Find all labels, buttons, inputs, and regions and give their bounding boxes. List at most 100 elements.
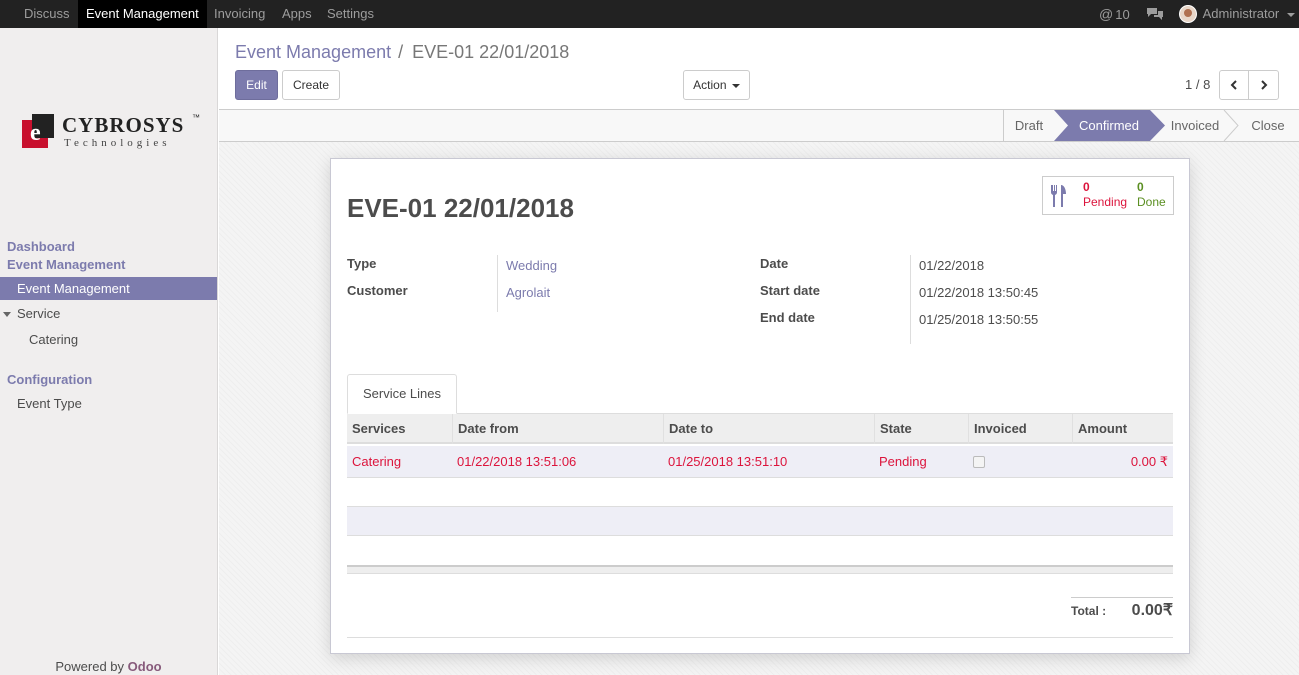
column-state[interactable]: State bbox=[874, 414, 968, 444]
control-panel: Event Management / EVE-01 22/01/2018 Edi… bbox=[219, 28, 1299, 110]
end-date-field[interactable]: 01/25/2018 13:50:55 bbox=[919, 312, 1038, 327]
caret-down-icon bbox=[3, 312, 11, 317]
caret-down-icon bbox=[1286, 12, 1295, 17]
table-row[interactable]: Catering 01/22/2018 13:51:06 01/25/2018 … bbox=[347, 446, 1173, 478]
pager-next-button[interactable] bbox=[1248, 70, 1279, 100]
edit-button[interactable]: Edit bbox=[235, 70, 278, 100]
sidebar-item-service-label: Service bbox=[17, 306, 61, 321]
odoo-link[interactable]: Odoo bbox=[128, 659, 162, 674]
breadcrumb: Event Management / EVE-01 22/01/2018 bbox=[235, 42, 569, 63]
form-view: 0 Pending 0 Done EVE-01 22/01/2018 Type … bbox=[219, 142, 1299, 675]
customer-field[interactable]: Agrolait bbox=[506, 285, 550, 300]
cell-date-to[interactable]: 01/25/2018 13:51:10 bbox=[663, 446, 874, 478]
start-date-label: Start date bbox=[760, 283, 820, 298]
table-header: Services Date from Date to State Invoice… bbox=[347, 414, 1173, 444]
invoiced-checkbox[interactable] bbox=[973, 456, 985, 468]
logo-trademark: ™ bbox=[192, 113, 200, 122]
action-label: Action bbox=[693, 78, 727, 92]
service-status-smart-button[interactable]: 0 Pending 0 Done bbox=[1042, 176, 1174, 215]
chat-button[interactable] bbox=[1146, 0, 1164, 28]
chevron-right-icon bbox=[1260, 80, 1267, 90]
action-dropdown[interactable]: Action bbox=[683, 70, 750, 100]
chat-icon bbox=[1147, 8, 1163, 20]
menu-settings[interactable]: Settings bbox=[319, 0, 382, 28]
menu-invoicing[interactable]: Invoicing bbox=[206, 0, 273, 28]
left-group-divider bbox=[497, 255, 498, 312]
tab-service-lines[interactable]: Service Lines bbox=[347, 374, 457, 414]
sidebar-item-event-type[interactable]: Event Type bbox=[0, 392, 217, 415]
done-count: 0 bbox=[1137, 180, 1144, 194]
total-label: Total : bbox=[1071, 604, 1107, 618]
stage-confirmed[interactable]: Confirmed bbox=[1069, 110, 1149, 141]
breadcrumb-separator: / bbox=[398, 42, 404, 62]
start-date-field[interactable]: 01/22/2018 13:50:45 bbox=[919, 285, 1038, 300]
create-button[interactable]: Create bbox=[282, 70, 340, 100]
cutlery-icon bbox=[1050, 185, 1066, 207]
mentions-count: 10 bbox=[1115, 7, 1130, 22]
right-group-divider bbox=[910, 255, 911, 344]
column-date-from[interactable]: Date from bbox=[452, 414, 663, 444]
sidebar-item-catering[interactable]: Catering bbox=[0, 328, 217, 351]
table-empty-row bbox=[347, 507, 1173, 536]
stage-draft[interactable]: Draft bbox=[1003, 110, 1054, 141]
record-title: EVE-01 22/01/2018 bbox=[347, 193, 574, 223]
type-label: Type bbox=[347, 256, 377, 271]
type-field[interactable]: Wedding bbox=[506, 258, 557, 273]
table-empty-row bbox=[347, 478, 1173, 507]
pager-previous-button[interactable] bbox=[1219, 70, 1249, 100]
sheet-bottom-divider bbox=[347, 637, 1173, 638]
table-footer bbox=[347, 565, 1173, 574]
customer-label: Customer bbox=[347, 283, 408, 298]
sidebar: e CYBROSYS ™ Technologies Dashboard Even… bbox=[0, 28, 218, 675]
done-label: Done bbox=[1137, 195, 1166, 209]
mentions-button[interactable]: @10 bbox=[1099, 0, 1130, 28]
caret-down-icon bbox=[731, 83, 740, 88]
menu-apps[interactable]: Apps bbox=[274, 0, 320, 28]
table-empty-row bbox=[347, 536, 1173, 565]
cell-amount[interactable]: 0.00 ₹ bbox=[1072, 446, 1168, 478]
form-sheet: 0 Pending 0 Done EVE-01 22/01/2018 Type … bbox=[330, 158, 1190, 654]
column-invoiced[interactable]: Invoiced bbox=[968, 414, 1072, 444]
menu-discuss[interactable]: Discuss bbox=[16, 0, 78, 28]
stage-close[interactable]: Close bbox=[1243, 110, 1293, 141]
user-menu[interactable]: Administrator bbox=[1179, 0, 1295, 28]
sidebar-item-service[interactable]: Service bbox=[0, 302, 217, 325]
column-services[interactable]: Services bbox=[347, 414, 452, 444]
top-navbar: Discuss Event Management Invoicing Apps … bbox=[0, 0, 1299, 28]
pending-label: Pending bbox=[1083, 195, 1128, 209]
stage-invoiced[interactable]: Invoiced bbox=[1165, 110, 1225, 141]
sidebar-item-event-management[interactable]: Event Management bbox=[0, 277, 217, 300]
column-date-to[interactable]: Date to bbox=[663, 414, 874, 444]
cell-state[interactable]: Pending bbox=[874, 446, 968, 478]
breadcrumb-parent[interactable]: Event Management bbox=[235, 42, 391, 62]
cell-service[interactable]: Catering bbox=[347, 446, 452, 478]
total-value: 0.00₹ bbox=[1131, 602, 1173, 619]
svg-text:e: e bbox=[30, 120, 41, 146]
status-bar: Draft Confirmed Invoiced Close bbox=[219, 110, 1299, 142]
avatar bbox=[1179, 4, 1197, 23]
powered-by: Powered by Odoo bbox=[0, 659, 217, 674]
sidebar-dashboard[interactable]: Dashboard bbox=[7, 239, 75, 254]
column-amount[interactable]: Amount bbox=[1072, 414, 1173, 444]
powered-by-label: Powered by bbox=[55, 659, 125, 674]
pager-value[interactable]: 1 / 8 bbox=[1185, 77, 1210, 92]
user-name: Administrator bbox=[1202, 6, 1280, 21]
breadcrumb-current: EVE-01 22/01/2018 bbox=[412, 42, 570, 62]
date-field[interactable]: 01/22/2018 bbox=[919, 258, 984, 273]
sidebar-section-event-management[interactable]: Event Management bbox=[7, 257, 125, 272]
logo-name: CYBROSYS bbox=[62, 113, 185, 137]
chevron-left-icon bbox=[1230, 80, 1237, 90]
menu-event-management[interactable]: Event Management bbox=[78, 0, 207, 28]
total-divider bbox=[1071, 597, 1173, 598]
at-icon: @ bbox=[1099, 6, 1114, 22]
date-label: Date bbox=[760, 256, 789, 271]
service-lines-table: Services Date from Date to State Invoice… bbox=[347, 414, 1173, 574]
cell-date-from[interactable]: 01/22/2018 13:51:06 bbox=[452, 446, 663, 478]
company-logo[interactable]: e CYBROSYS ™ Technologies bbox=[22, 113, 202, 153]
logo-subtitle: Technologies bbox=[64, 137, 171, 149]
pending-count: 0 bbox=[1083, 180, 1090, 194]
cybrosys-logo-icon: e bbox=[22, 114, 54, 148]
end-date-label: End date bbox=[760, 310, 815, 325]
stage-divider-icon bbox=[1223, 110, 1239, 141]
sidebar-section-configuration[interactable]: Configuration bbox=[7, 372, 92, 387]
